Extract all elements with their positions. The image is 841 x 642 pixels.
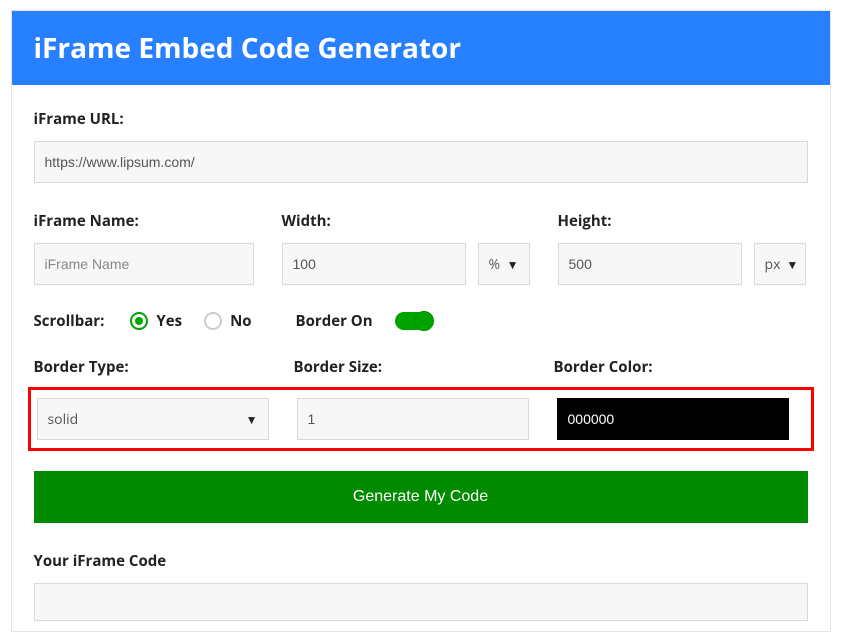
height-unit-value: px [765, 255, 781, 274]
panel-header: iFrame Embed Code Generator [12, 11, 830, 85]
page-title: iFrame Embed Code Generator [34, 29, 808, 67]
border-labels-row: Border Type: Border Size: Border Color: [34, 357, 808, 389]
border-color-label: Border Color: [554, 357, 786, 377]
iframe-name-input[interactable] [34, 243, 254, 285]
scrollbar-yes-label: Yes [156, 311, 182, 331]
width-unit-value: % [489, 255, 501, 274]
iframe-name-label: iFrame Name: [34, 211, 254, 231]
output-textarea[interactable] [34, 583, 808, 621]
iframe-url-label: iFrame URL: [34, 109, 808, 129]
width-col: Width: % ▼ [282, 211, 530, 285]
output-label: Your iFrame Code [34, 551, 808, 571]
border-color-input[interactable] [557, 398, 789, 440]
scrollbar-no-label: No [230, 311, 251, 331]
border-size-input[interactable] [297, 398, 529, 440]
panel-body: iFrame URL: iFrame Name: Width: % ▼ Hei [12, 85, 830, 631]
radio-no[interactable] [204, 312, 222, 330]
scrollbar-yes-group[interactable]: Yes [130, 311, 182, 331]
border-size-label: Border Size: [294, 357, 526, 377]
border-type-select[interactable]: solid ▼ [37, 398, 269, 440]
generator-panel: iFrame Embed Code Generator iFrame URL: … [11, 10, 831, 632]
border-fields-highlight: solid ▼ [28, 387, 814, 451]
caret-down-icon: ▼ [246, 411, 258, 428]
height-col: Height: px ▼ [558, 211, 806, 285]
border-on-label: Border On [296, 311, 373, 331]
border-on-toggle[interactable] [395, 312, 433, 330]
generate-button[interactable]: Generate My Code [34, 471, 808, 523]
iframe-url-input[interactable] [34, 141, 808, 183]
dimensions-row: iFrame Name: Width: % ▼ Height: [34, 211, 808, 285]
border-type-value: solid [48, 410, 79, 429]
url-row: iFrame URL: [34, 109, 808, 183]
width-unit-select[interactable]: % ▼ [478, 243, 530, 285]
caret-down-icon: ▼ [507, 256, 519, 273]
caret-down-icon: ▼ [786, 256, 798, 273]
scrollbar-label: Scrollbar: [34, 311, 105, 331]
options-row: Scrollbar: Yes No Border On [34, 311, 808, 331]
scrollbar-no-group[interactable]: No [204, 311, 251, 331]
height-input[interactable] [558, 243, 742, 285]
border-type-label: Border Type: [34, 357, 266, 377]
height-unit-select[interactable]: px ▼ [754, 243, 806, 285]
radio-yes[interactable] [130, 312, 148, 330]
width-input[interactable] [282, 243, 466, 285]
name-col: iFrame Name: [34, 211, 254, 285]
height-label: Height: [558, 211, 806, 231]
width-label: Width: [282, 211, 530, 231]
